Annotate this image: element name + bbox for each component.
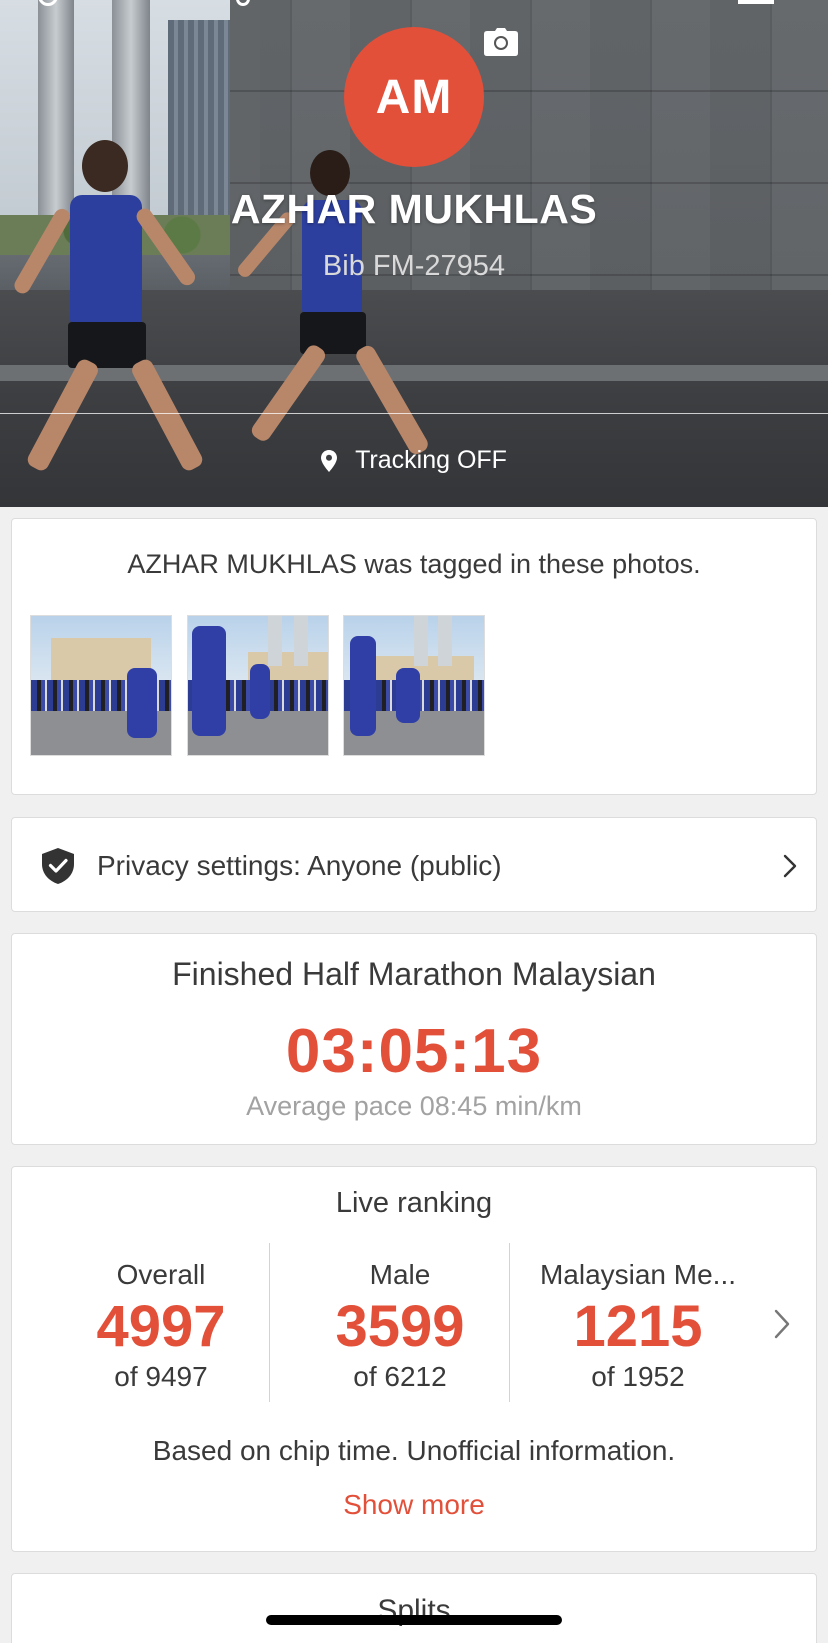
photo-thumbnail[interactable]: [343, 615, 485, 756]
ranking-value: 3599: [335, 1294, 465, 1359]
avatar-initials: AM: [375, 70, 453, 124]
photo-thumbnail[interactable]: [30, 615, 172, 756]
ranking-total: of 9497: [114, 1360, 208, 1392]
divider: [269, 1243, 270, 1402]
menu-icon[interactable]: [738, 0, 774, 4]
tracking-label: Tracking OFF: [355, 446, 507, 474]
ranking-overall[interactable]: Overall 4997 of 9497: [41, 1259, 281, 1393]
live-ranking-card: Live ranking Overall 4997 of 9497 Male 3…: [11, 1166, 817, 1552]
finish-time: 03:05:13: [285, 1017, 543, 1086]
ranking-gender[interactable]: Male 3599 of 6212: [280, 1259, 520, 1393]
average-pace: Average pace 08:45 min/km: [246, 1091, 582, 1121]
ranking-total: of 6212: [353, 1360, 447, 1392]
ranking-disclaimer: Based on chip time. Unofficial informati…: [152, 1435, 676, 1466]
tagged-photos-title: AZHAR MUKHLAS was tagged in these photos…: [127, 549, 701, 579]
show-more-link[interactable]: Show more: [12, 1489, 816, 1521]
finish-title: Finished Half Marathon Malaysian: [172, 956, 656, 992]
location-pin-icon: [321, 449, 338, 472]
photo-thumbnail[interactable]: [187, 615, 329, 756]
divider: [0, 413, 828, 414]
chevron-right-icon: [783, 854, 797, 878]
finish-summary-card: Finished Half Marathon Malaysian 03:05:1…: [11, 933, 817, 1145]
privacy-settings-row[interactable]: Privacy settings: Anyone (public): [11, 817, 817, 912]
privacy-settings-label: Privacy settings: Anyone (public): [97, 850, 502, 881]
camera-icon[interactable]: [484, 28, 518, 56]
live-ranking-title: Live ranking: [335, 1187, 493, 1219]
profile-header: AM AZHAR MUKHLAS Bib FM-27954 Tracking O…: [0, 0, 828, 507]
ranking-label: Malaysian Me...: [539, 1259, 737, 1290]
app-root: AM AZHAR MUKHLAS Bib FM-27954 Tracking O…: [0, 0, 828, 1643]
divider: [509, 1243, 510, 1402]
shield-check-icon: [42, 848, 74, 884]
bib-number: Bib FM-27954: [322, 250, 506, 282]
ranking-category[interactable]: Malaysian Me... 1215 of 1952: [518, 1259, 758, 1393]
ranking-total: of 1952: [591, 1360, 685, 1392]
ranking-label: Male: [369, 1259, 431, 1290]
splits-card: Splits: [11, 1573, 817, 1643]
home-indicator: [266, 1615, 562, 1625]
chevron-right-icon[interactable]: [772, 1307, 792, 1341]
ranking-label: Overall: [116, 1259, 206, 1290]
athlete-name: AZHAR MUKHLAS: [230, 186, 598, 232]
avatar[interactable]: AM: [344, 27, 484, 167]
tracking-status[interactable]: Tracking OFF: [0, 446, 828, 475]
tagged-photos-card: AZHAR MUKHLAS was tagged in these photos…: [11, 518, 817, 795]
ranking-value: 4997: [96, 1294, 226, 1359]
ranking-value: 1215: [573, 1294, 703, 1359]
